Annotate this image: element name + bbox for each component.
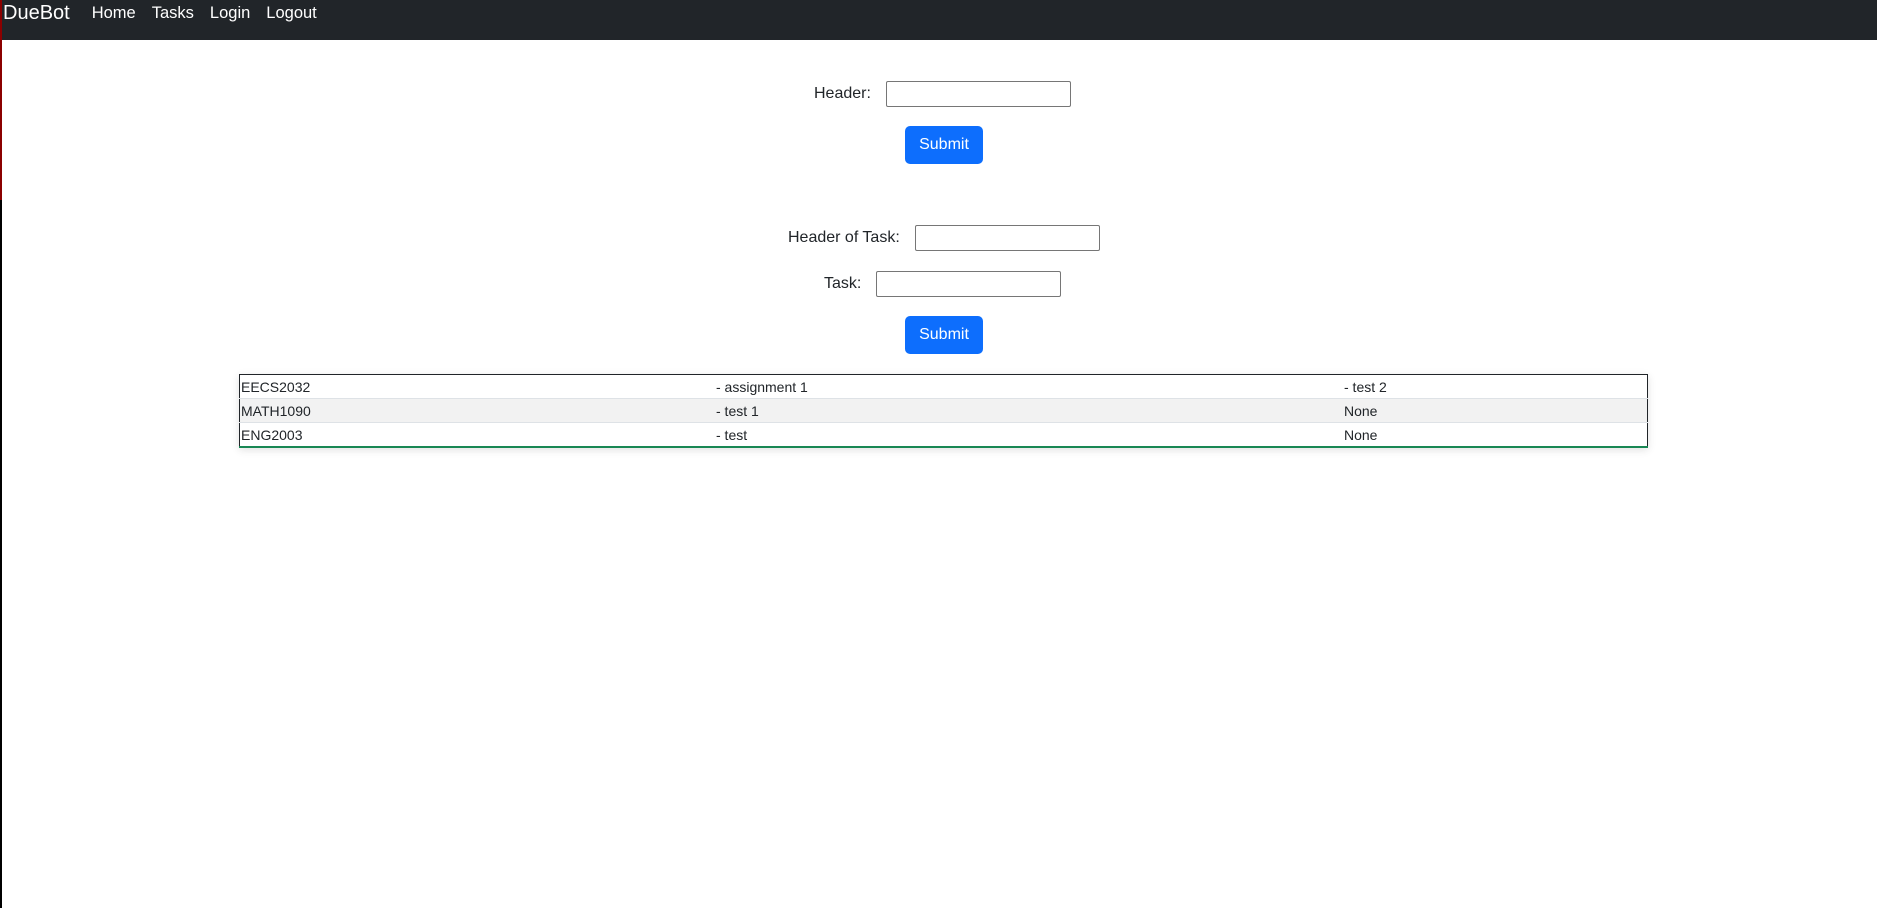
task-form-row: Task: <box>824 271 1062 297</box>
task-submit-button[interactable]: Submit <box>905 316 983 354</box>
tasks-table: EECS2032 - assignment 1 - test 2 MATH109… <box>239 374 1648 448</box>
header-of-task-label: Header of Task: <box>788 229 900 246</box>
task-input[interactable] <box>876 271 1062 297</box>
table-cell-task: - assignment 1 <box>715 374 1343 399</box>
table-row: ENG2003 - test None <box>240 423 1648 448</box>
header-input[interactable] <box>885 81 1071 107</box>
table-row: EECS2032 - assignment 1 - test 2 <box>239 374 1648 399</box>
table-cell-task-2: None <box>1344 426 1378 443</box>
header-of-task-form-row: Header of Task: <box>788 225 1100 251</box>
table-cell-course: MATH1090 <box>239 398 715 423</box>
header-of-task-input[interactable] <box>914 225 1100 251</box>
page: DueBot Home Tasks Login Logout Header: S… <box>0 0 1877 908</box>
header-label: Header: <box>814 85 871 102</box>
table-cell-course: EECS2032 <box>239 374 715 399</box>
table-row: MATH1090 - test 1 None <box>239 398 1648 423</box>
nav-link-logout[interactable]: Logout <box>266 0 316 26</box>
table-cell-task: - test <box>716 426 748 443</box>
table-cell-course: ENG2003 <box>241 426 303 443</box>
table-cell-task-2: - test 2 <box>1343 374 1648 399</box>
nav-link-tasks[interactable]: Tasks <box>152 0 194 26</box>
page-edge <box>0 0 2 200</box>
brand-link[interactable]: DueBot <box>3 0 70 26</box>
table-cell-task: - test 1 <box>715 398 1343 423</box>
nav-link-home[interactable]: Home <box>92 0 136 26</box>
header-submit-button[interactable]: Submit <box>905 126 983 164</box>
header-form-row: Header: <box>814 81 1071 107</box>
nav-link-login[interactable]: Login <box>210 0 250 26</box>
task-label: Task: <box>824 275 862 292</box>
navbar: DueBot Home Tasks Login Logout <box>2 0 1877 40</box>
table-cell-task-2: None <box>1343 398 1648 423</box>
